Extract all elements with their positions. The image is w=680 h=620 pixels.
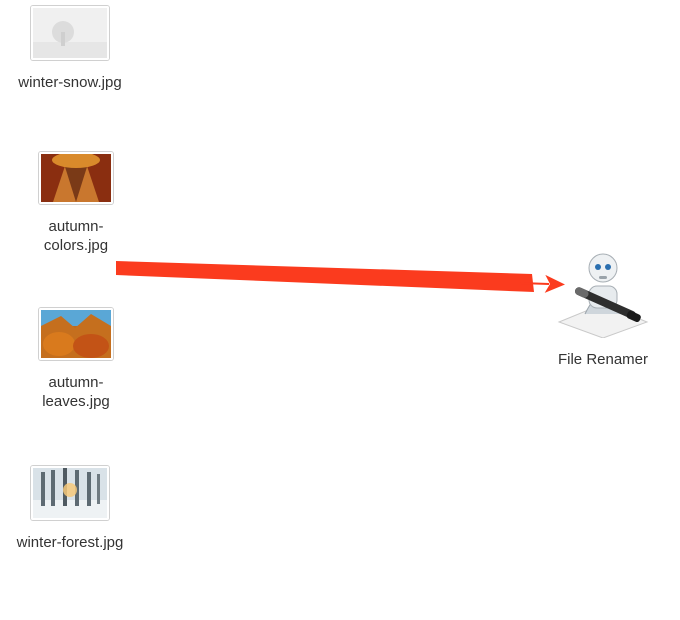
file-thumbnail [16,152,136,204]
file-item[interactable]: autumn-colors.jpg [16,152,136,256]
autumn-leaves-thumb-icon [41,310,111,358]
file-item[interactable]: winter-forest.jpg [10,466,130,553]
autumn-colors-thumb-icon [41,154,111,202]
app-droplet[interactable]: File Renamer [548,248,658,368]
automator-app-icon [555,248,651,338]
file-thumbnail [10,466,130,520]
app-name-label: File Renamer [548,351,658,368]
file-thumbnail [16,308,136,360]
file-name-label: autumn-colors.jpg [16,218,136,256]
file-item[interactable]: autumn-leaves.jpg [16,308,136,412]
file-name-label: winter-snow.jpg [10,74,130,93]
file-item[interactable]: winter-snow.jpg [10,6,130,93]
winter-snow-thumb-icon [33,8,107,58]
winter-forest-thumb-icon [33,468,107,518]
file-thumbnail [10,6,130,60]
file-name-label: winter-forest.jpg [10,534,130,553]
file-name-label: autumn-leaves.jpg [16,374,136,412]
